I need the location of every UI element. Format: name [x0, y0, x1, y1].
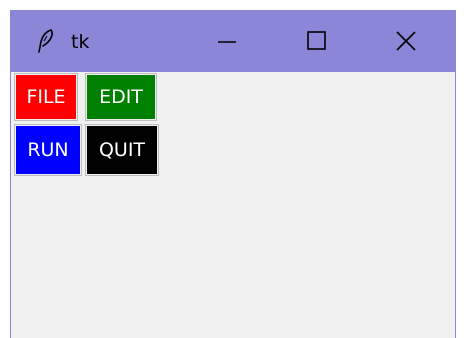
window-title: tk: [71, 31, 90, 53]
run-button[interactable]: RUN: [14, 124, 82, 176]
maximize-button[interactable]: [295, 22, 339, 60]
minimize-button[interactable]: [207, 22, 251, 60]
title-bar[interactable]: tk: [11, 10, 455, 72]
tk-window: tk FILE EDIT RUN QUIT: [10, 10, 456, 338]
maximize-icon: [307, 31, 326, 50]
edit-button[interactable]: EDIT: [85, 73, 157, 121]
close-button[interactable]: [384, 22, 428, 60]
feather-icon[interactable]: [35, 28, 57, 54]
file-button[interactable]: FILE: [14, 73, 78, 121]
close-icon: [396, 31, 416, 51]
quit-button[interactable]: QUIT: [85, 124, 159, 176]
minimize-icon: [218, 41, 236, 43]
